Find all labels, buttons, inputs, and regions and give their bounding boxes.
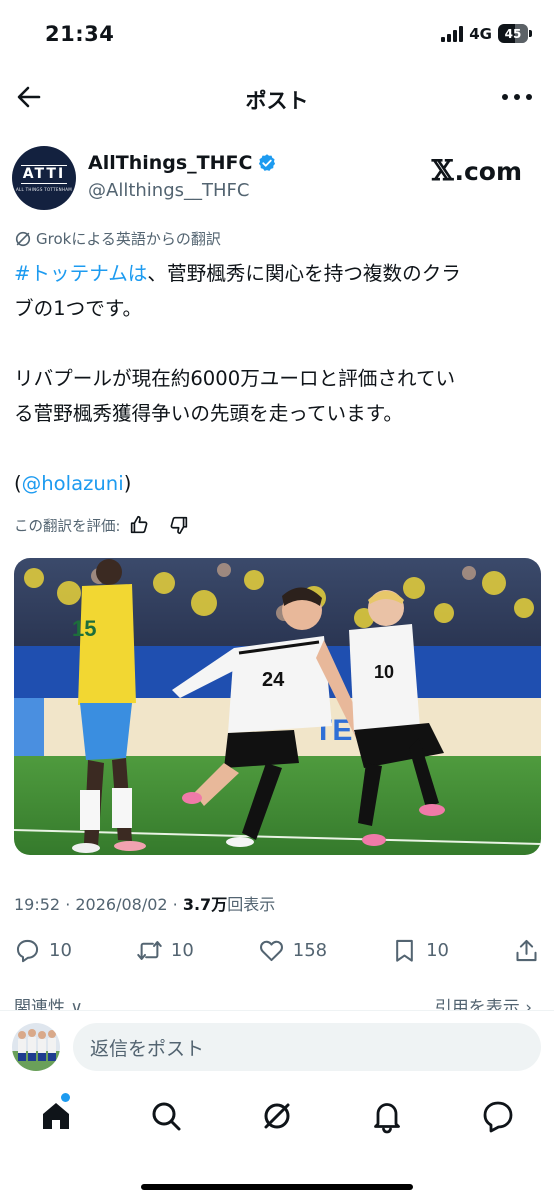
tab-messages[interactable] [480, 1098, 516, 1134]
post-timestamp: 19:52 · 2026/08/02 · [14, 895, 183, 914]
more-button[interactable] [502, 94, 532, 104]
repost-count: 10 [170, 939, 194, 961]
sort-relevance-button[interactable]: 関連性 ∨ [14, 993, 83, 1011]
post-media-photo[interactable]: TE 15 24 10 [14, 558, 541, 855]
share-icon [516, 939, 537, 961]
heart-icon [259, 940, 283, 961]
x-logo-icon: 𝕏 [431, 154, 454, 187]
repost-icon [137, 940, 162, 960]
bookmark-count: 10 [426, 939, 449, 961]
mention-link[interactable]: @holazuni [22, 472, 124, 495]
author-handle[interactable]: @Allthings__THFC [88, 180, 249, 201]
repost-button[interactable]: 10 [136, 937, 194, 964]
more-horizontal-icon [502, 94, 508, 100]
view-label: 回表示 [227, 895, 276, 914]
tab-grok[interactable] [259, 1098, 295, 1134]
post-actions: 10 10 158 10 [14, 930, 540, 970]
author-avatar[interactable]: ATTI ALL THINGS TOTTENHAM [12, 146, 76, 210]
avatar-logo-text: ATTI [20, 164, 68, 184]
thumbs-up-icon[interactable] [128, 514, 150, 536]
view-count: 3.7万 [182, 895, 228, 914]
chat-bubble-icon [483, 1101, 513, 1133]
bookmark-button[interactable]: 10 [391, 937, 449, 964]
hashtag-link[interactable]: #トッテナムは [14, 262, 147, 285]
rate-translation-label: この翻訳を評価: [14, 518, 121, 535]
page-title: ポスト [245, 89, 309, 113]
home-icon [43, 1103, 69, 1129]
avatar-logo-subtext: ALL THINGS TOTTENHAM [15, 186, 73, 192]
verified-badge-icon [259, 154, 276, 171]
post-line: る菅野楓秀獲得争いの先頭を走っています。 [14, 402, 403, 425]
post-author: ATTI ALL THINGS TOTTENHAM AllThings_THFC… [12, 146, 542, 212]
grok-icon [264, 1103, 290, 1129]
like-button[interactable]: 158 [258, 937, 327, 964]
network-label: 4G [469, 24, 492, 43]
photo-icon: TE 15 24 10 [14, 558, 541, 855]
reply-placeholder: 返信をポスト [90, 1037, 205, 1060]
grok-translation-label[interactable]: Grokによる英語からの翻訳 [14, 228, 221, 249]
battery-level: 45 [504, 26, 522, 41]
post-body: #トッテナムは、菅野楓秀に関心を持つ複数のクラ ブの1つです。 リバプールが現在… [14, 256, 538, 501]
reply-count: 10 [49, 939, 72, 961]
grok-label-text: Grokによる英語からの翻訳 [36, 230, 221, 248]
user-avatar[interactable] [12, 1023, 60, 1071]
watermark-text: .com [454, 157, 522, 186]
tab-search[interactable] [148, 1098, 184, 1134]
post-line: (@holazuni) [14, 466, 538, 501]
status-time: 21:34 [45, 22, 115, 46]
avatar-photo-icon [12, 1023, 60, 1071]
view-quotes-link[interactable]: 引用を表示 › [435, 993, 532, 1011]
reply-button[interactable]: 10 [14, 937, 72, 964]
post-text: 、菅野楓秀に関心を持つ複数のクラ [147, 262, 461, 285]
display-name-row: AllThings_THFC [88, 152, 277, 174]
svg-text:10: 10 [374, 662, 394, 682]
paren-close: ) [123, 472, 132, 495]
sort-and-quotes-row: 関連性 ∨ 引用を表示 › [14, 993, 540, 1011]
post-line: リバプールが現在約6000万ユーロと評価されてい [14, 367, 456, 390]
home-notification-dot [61, 1093, 70, 1102]
like-count: 158 [292, 939, 328, 961]
tab-home[interactable] [38, 1098, 74, 1134]
bottom-tab-bar [0, 1082, 554, 1152]
tab-notifications[interactable] [369, 1098, 405, 1134]
post-line: #トッテナムは、菅野楓秀に関心を持つ複数のクラ [14, 256, 538, 291]
battery-icon: 45 [498, 24, 532, 43]
nav-header: ポスト [0, 70, 554, 126]
status-indicators: 4G 45 [441, 24, 532, 43]
thumbs-down-icon[interactable] [168, 514, 190, 536]
search-icon [152, 1102, 181, 1131]
reply-input[interactable]: 返信をポスト [73, 1023, 541, 1071]
home-indicator [141, 1184, 413, 1190]
bookmark-icon [396, 939, 413, 962]
bell-icon [374, 1103, 400, 1134]
author-display-name[interactable]: AllThings_THFC [88, 152, 252, 174]
svg-text:15: 15 [72, 616, 96, 641]
signal-icon [441, 25, 464, 42]
grok-icon [15, 231, 31, 246]
reply-composer-bar: 返信をポスト [0, 1010, 554, 1082]
svg-text:24: 24 [262, 669, 285, 691]
paren-open: ( [14, 472, 22, 495]
x-com-watermark: 𝕏 .com [432, 154, 522, 187]
rate-translation-row: この翻訳を評価: [14, 514, 190, 536]
status-bar: 21:34 4G 45 [0, 0, 554, 70]
share-button[interactable] [513, 937, 540, 964]
post-timestamp-views: 19:52 · 2026/08/02 · 3.7万回表示 [14, 891, 275, 915]
reply-icon [16, 939, 39, 962]
post-line: ブの1つです。 [14, 297, 143, 320]
